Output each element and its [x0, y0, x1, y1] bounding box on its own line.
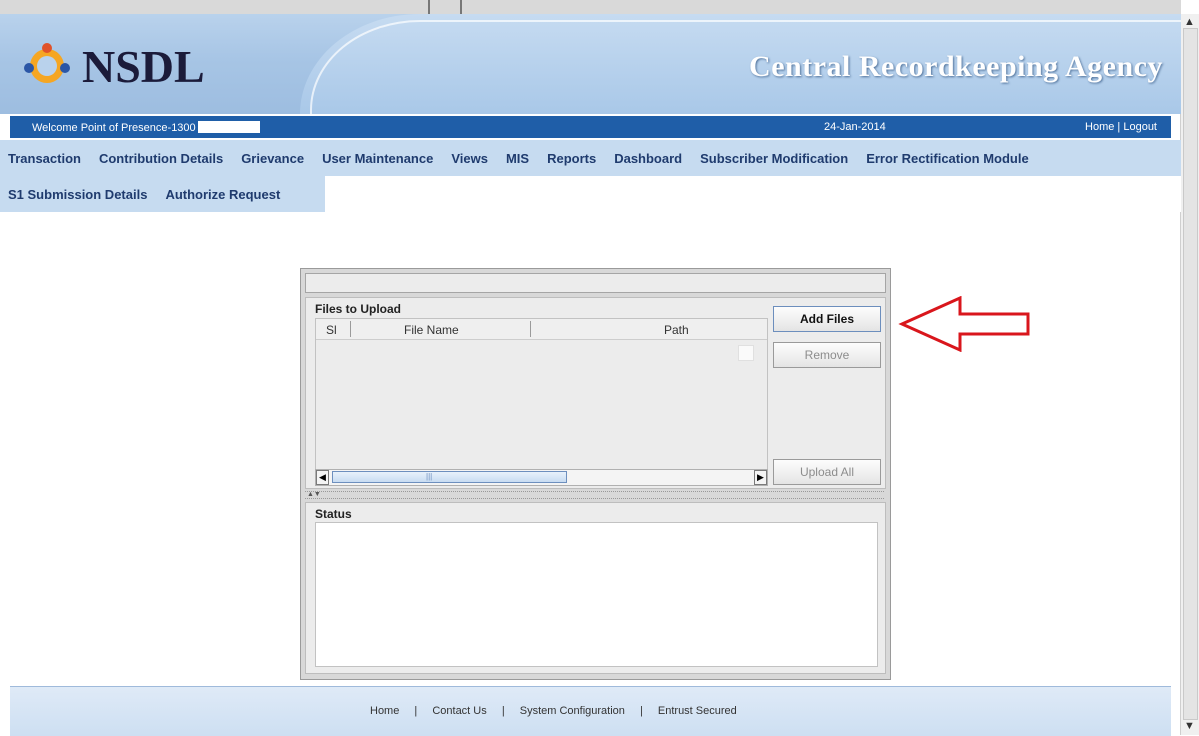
scrollbar-thumb[interactable]: [1183, 28, 1198, 720]
status-label: Status: [315, 507, 352, 521]
horizontal-scrollbar[interactable]: ◀ ||| ▶: [315, 469, 768, 486]
status-log: [315, 522, 878, 667]
main-menu: Transaction Contribution Details Grievan…: [0, 140, 1181, 212]
scroll-down-icon[interactable]: ▼: [1184, 720, 1195, 732]
scroll-up-icon[interactable]: ▲: [1184, 16, 1195, 28]
column-header-file-name[interactable]: File Name: [404, 323, 459, 337]
welcome-text: Welcome Point of Presence-1300: [32, 122, 196, 134]
welcome-bar: Welcome Point of Presence-1300 24-Jan-20…: [10, 116, 1171, 138]
menu-item-transaction[interactable]: Transaction: [0, 151, 90, 166]
upload-all-button[interactable]: Upload All: [773, 459, 881, 485]
remove-button[interactable]: Remove: [773, 342, 881, 368]
menu-row-primary: Transaction Contribution Details Grievan…: [0, 140, 1181, 176]
site-header: NSDL Central Recordkeeping Agency: [0, 14, 1181, 114]
current-date: 24-Jan-2014: [824, 121, 886, 133]
menu-item-views[interactable]: Views: [442, 151, 497, 166]
strip-divider: [460, 0, 462, 14]
split-pane-divider[interactable]: [305, 491, 884, 499]
menu-item-dashboard[interactable]: Dashboard: [605, 151, 691, 166]
footer-link-home[interactable]: Home: [370, 705, 399, 717]
link-separator: |: [1117, 121, 1121, 133]
redacted-id: [197, 121, 260, 133]
nsdl-logo[interactable]: NSDL: [24, 36, 205, 96]
menu-item-s1-submission-details[interactable]: S1 Submission Details: [0, 187, 156, 202]
column-header-sl[interactable]: Sl: [326, 323, 337, 337]
menu-item-reports[interactable]: Reports: [538, 151, 605, 166]
menu-item-user-maintenance[interactable]: User Maintenance: [313, 151, 442, 166]
scroll-left-icon[interactable]: ◀: [316, 470, 329, 485]
footer-separator: |: [414, 705, 418, 717]
column-divider[interactable]: [530, 321, 531, 337]
vertical-scrollbar[interactable]: ▲ ▼: [1180, 14, 1199, 735]
home-link[interactable]: Home: [1085, 121, 1114, 133]
menu-row-secondary: S1 Submission Details Authorize Request: [0, 176, 289, 212]
logo-text: NSDL: [82, 40, 205, 92]
scroll-right-icon[interactable]: ▶: [754, 470, 767, 485]
footer-links: Home | Contact Us | System Configuration…: [370, 705, 737, 717]
menu-item-subscriber-modification[interactable]: Subscriber Modification: [691, 151, 857, 166]
files-to-upload-panel: Files to Upload Sl File Name Path ◀ ||| …: [305, 297, 886, 489]
column-divider[interactable]: [350, 321, 351, 337]
column-header-path[interactable]: Path: [664, 323, 689, 337]
menu-blank-area: [325, 176, 1181, 212]
status-panel: Status: [305, 502, 886, 674]
menu-item-contribution-details[interactable]: Contribution Details: [90, 151, 232, 166]
nsdl-logo-icon: [24, 43, 70, 89]
logout-link[interactable]: Logout: [1123, 121, 1157, 133]
footer-link-entrust-secured[interactable]: Entrust Secured: [658, 705, 737, 717]
strip-divider: [428, 0, 430, 14]
footer-link-system-configuration[interactable]: System Configuration: [520, 705, 625, 717]
menu-item-grievance[interactable]: Grievance: [232, 151, 313, 166]
annotation-arrow-icon: [898, 296, 1030, 352]
site-footer: Home | Contact Us | System Configuration…: [10, 686, 1171, 736]
add-files-button[interactable]: Add Files: [773, 306, 881, 332]
menu-item-mis[interactable]: MIS: [497, 151, 538, 166]
file-upload-applet: Files to Upload Sl File Name Path ◀ ||| …: [300, 268, 891, 680]
applet-title-bar: [305, 273, 886, 293]
welcome-message: Welcome Point of Presence-1300: [32, 121, 260, 134]
horizontal-scroll-thumb[interactable]: [332, 471, 567, 483]
menu-item-authorize-request[interactable]: Authorize Request: [156, 187, 289, 202]
file-table-header: Sl File Name Path: [316, 319, 767, 340]
footer-link-contact-us[interactable]: Contact Us: [432, 705, 486, 717]
top-strip: [0, 0, 1181, 14]
footer-separator: |: [501, 705, 505, 717]
files-to-upload-label: Files to Upload: [315, 302, 402, 316]
agency-title: Central Recordkeeping Agency: [749, 50, 1163, 83]
split-arrows-icon[interactable]: ▲▼: [307, 491, 321, 498]
file-table[interactable]: Sl File Name Path: [315, 318, 768, 472]
session-links: Home | Logout: [1085, 121, 1157, 133]
row-select-checkbox[interactable]: [738, 345, 754, 361]
menu-item-error-rectification[interactable]: Error Rectification Module: [857, 151, 1038, 166]
scroll-grip-icon: |||: [426, 472, 433, 481]
footer-separator: |: [639, 705, 643, 717]
